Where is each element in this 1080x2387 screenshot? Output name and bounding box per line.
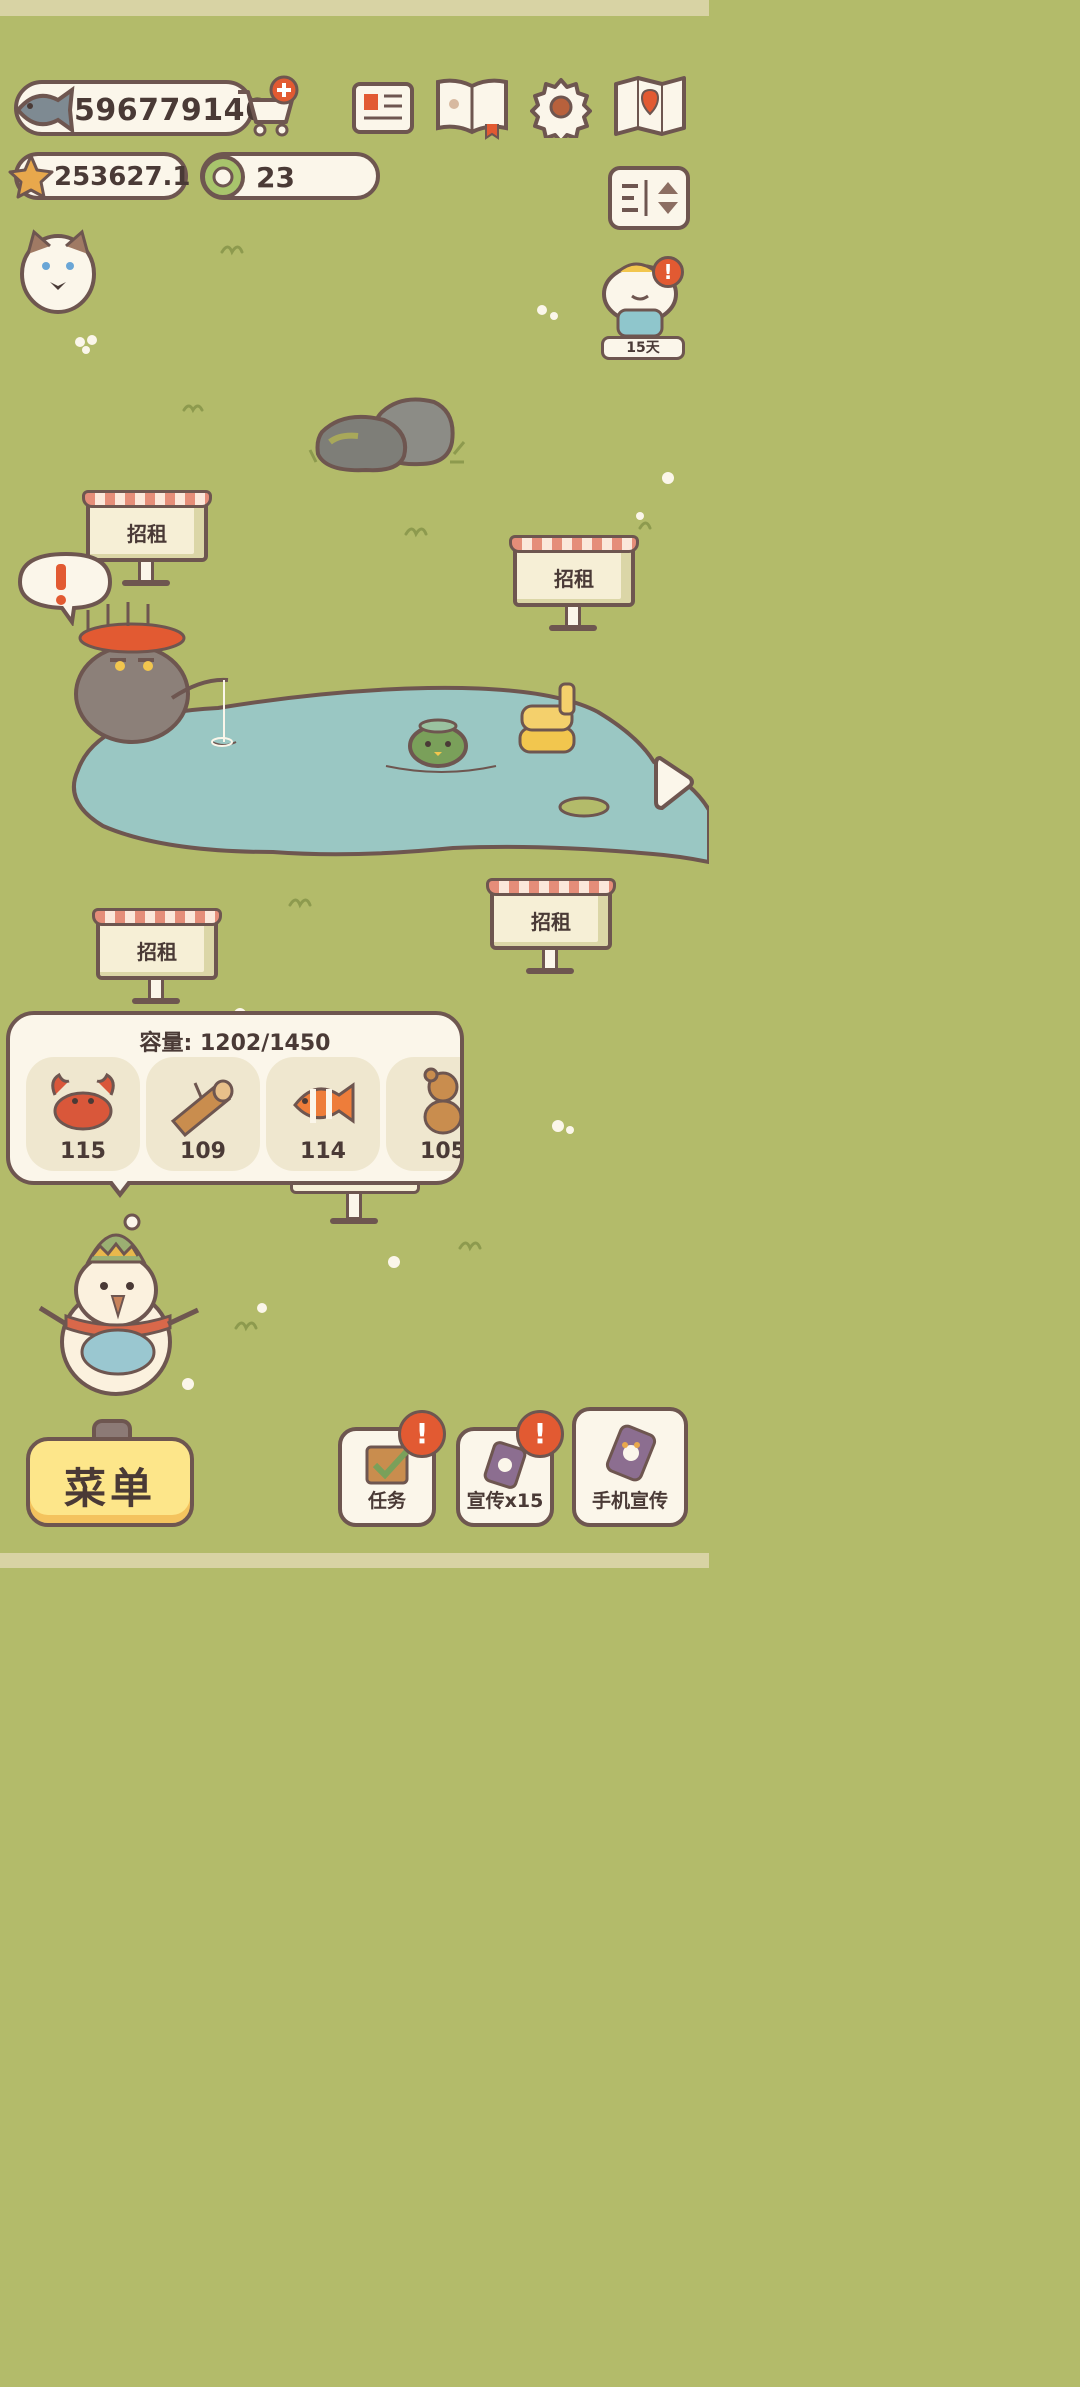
sort-toggle-button[interactable] — [608, 166, 690, 230]
rent-sign-label: 招租 — [531, 910, 571, 934]
settings-gear-button[interactable] — [530, 76, 592, 138]
storage-panel: 容量: 1202/1450 115 109 114 105 — [6, 1011, 464, 1185]
ring-icon — [201, 155, 245, 199]
storage-capacity: 容量: 1202/1450 — [139, 1031, 331, 1056]
gold-pile[interactable] — [514, 680, 580, 760]
bird-snowman-character[interactable] — [36, 1212, 206, 1402]
kappa-creature[interactable] — [404, 716, 474, 768]
cat-book-button[interactable] — [432, 74, 514, 140]
star-icon — [8, 154, 54, 199]
storage-item-clownfish[interactable]: 114 — [266, 1057, 380, 1171]
phone-promote-button-label: 手机宣传 — [591, 1490, 668, 1512]
rent-sign-3[interactable]: 招租 — [486, 878, 616, 978]
scroll-right-arrow-button[interactable] — [652, 752, 696, 814]
rent-sign-4[interactable]: 招租 — [92, 908, 222, 1008]
item-count: 105 — [420, 1139, 464, 1164]
rent-sign-label: 招租 — [127, 522, 167, 546]
tasks-button-label: 任务 — [367, 1490, 406, 1512]
sort-icon — [622, 180, 678, 216]
map-button[interactable] — [610, 74, 690, 140]
rent-sign-label: 招租 — [137, 940, 177, 964]
item-count: 109 — [180, 1139, 226, 1164]
cat-owner-avatar[interactable] — [16, 226, 100, 316]
bottom-frame — [0, 1553, 709, 1568]
promote-alert-badge: ! — [516, 1410, 564, 1458]
teddy-bear-icon — [423, 1067, 460, 1135]
phone-paw-icon — [605, 1424, 657, 1482]
shop-cart-button[interactable] — [232, 74, 302, 140]
fish-icon — [15, 85, 75, 134]
promote-button-label: 宣传x15 — [466, 1490, 544, 1512]
ring-amount: 23 — [256, 161, 295, 194]
fishing-cat[interactable] — [68, 598, 238, 754]
rent-sign-2[interactable]: 招租 — [509, 535, 639, 635]
phone-promote-button[interactable]: 手机宣传 — [572, 1407, 688, 1527]
tasks-alert-badge: ! — [398, 1410, 446, 1458]
storage-item-teddy-bear[interactable]: 105 — [386, 1057, 464, 1171]
event-days-remaining: 15天 — [601, 336, 685, 360]
star-amount: 253627.1 — [54, 162, 191, 192]
item-count: 114 — [300, 1139, 346, 1164]
rent-sign-5[interactable] — [290, 1180, 420, 1230]
crab-icon — [51, 1072, 115, 1131]
wood-log-icon — [170, 1079, 234, 1137]
menu-button[interactable]: 菜单 — [26, 1437, 194, 1527]
storage-item-crab[interactable]: 115 — [26, 1057, 140, 1171]
storage-item-wood[interactable]: 109 — [146, 1057, 260, 1171]
event-alert-badge: ! — [652, 256, 684, 288]
newspaper-button[interactable] — [350, 78, 416, 138]
rent-sign-label: 招租 — [554, 567, 594, 591]
item-count: 115 — [60, 1139, 106, 1164]
clownfish-icon — [293, 1082, 355, 1124]
menu-button-label: 菜单 — [63, 1464, 156, 1513]
storage-panel-pointer-fill — [110, 1178, 130, 1191]
